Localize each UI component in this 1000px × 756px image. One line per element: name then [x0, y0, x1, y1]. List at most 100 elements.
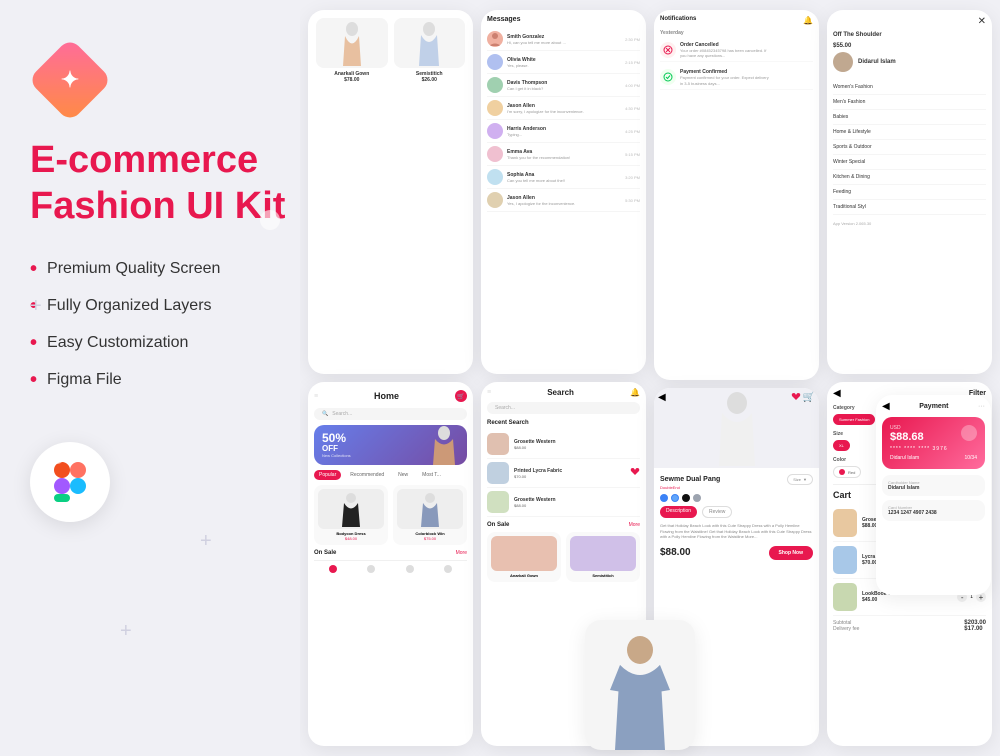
deco-plus-3: +	[120, 620, 132, 643]
recent-item-1[interactable]: Grosette Western $88.00	[487, 430, 640, 459]
cart-img-3	[833, 583, 857, 611]
recent-img-2	[487, 462, 509, 484]
card-number-field[interactable]: Card Number 1234 1247 4907 2438	[882, 500, 985, 521]
product-item-1[interactable]: Bodycon Dress $48.00	[314, 485, 388, 545]
deco-plus-2: +	[200, 530, 212, 553]
search-icon: 🔍	[322, 411, 328, 417]
off-shoulder-label: Off The Shoulder	[833, 32, 986, 38]
phone-chat: Messages Smith Gonzalez Hi, can you tell…	[481, 10, 646, 374]
color-red-opt[interactable]: Red	[833, 466, 861, 478]
home-search-bar[interactable]: 🔍 Search...	[314, 408, 467, 420]
phone-menu: ✕ Off The Shoulder $55.00 Didarul Islam …	[827, 10, 992, 374]
payment-more-icon[interactable]: ···	[978, 403, 985, 410]
sale-products: Anarkali Gown Semistitich	[487, 532, 640, 582]
cart-img-1	[833, 509, 857, 537]
avatar-2	[487, 54, 503, 70]
menu-user-avatar: Didarul Islam	[833, 52, 986, 72]
recent-item-3[interactable]: Grosette Western $88.00	[487, 488, 640, 517]
avatar-4	[487, 100, 503, 116]
cart-icon: 🛒	[455, 390, 467, 402]
back-arrow-icon[interactable]: ◀	[658, 392, 666, 403]
chat-item-2[interactable]: Olivia White Yes, please. 2:15 PM	[487, 51, 640, 74]
notif-bell-icon: 🔔	[803, 16, 813, 25]
nav-home[interactable]	[329, 565, 337, 573]
recent-img-3	[487, 491, 509, 513]
column-1: Anarkali Gown $78.00 Semistitich $26.00	[308, 10, 473, 746]
notif-order-cancelled: Order Cancelled Your order #08452345798 …	[660, 39, 813, 62]
card-brand-icon	[961, 425, 977, 441]
wishlist-heart-icon[interactable]	[791, 392, 801, 404]
cart-img-2	[833, 546, 857, 574]
notif-section-yesterday: Yesterday	[660, 30, 813, 36]
phone-payment: ◀ Payment ··· USD $88.68 **** **** **** …	[876, 395, 991, 595]
color-blue[interactable]	[660, 494, 668, 502]
on-sale-row: On Sale More	[314, 550, 467, 556]
figma-badge	[30, 442, 110, 522]
app-logo: ✦	[30, 40, 110, 120]
chat-item-5[interactable]: Harris Anderson Typing... 4:25 PM	[487, 120, 640, 143]
chat-item-3[interactable]: Davis Thompson Can I get it in black? 4:…	[487, 74, 640, 97]
features-list: Premium Quality Screen Fully Organized L…	[30, 258, 290, 392]
cardholder-field[interactable]: Cardholder Name Didarul Islam	[882, 475, 985, 496]
check-icon	[660, 69, 676, 85]
chat-item-7[interactable]: Sophia Ana Can you tell me more about th…	[487, 166, 640, 189]
home-tabs: Popular Recommended New Most T...	[314, 470, 467, 480]
deco-plus-1: +	[30, 295, 42, 318]
title-line2: Fashion UI Kit	[30, 186, 290, 228]
cart-section-title: Cart	[833, 490, 851, 500]
product-detail-image: ◀ 🛒	[654, 388, 819, 468]
cart-detail-icon[interactable]: 🛒	[803, 392, 815, 403]
svg-text:✦: ✦	[61, 67, 79, 92]
notif-payment-confirmed: Payment Confirmed Payment confirmed for …	[660, 66, 813, 89]
feature-item-4: Figma File	[30, 369, 290, 392]
chat-item-8[interactable]: Jason Allen Yes, I apologize for the inc…	[487, 189, 640, 212]
size-selector[interactable]: Size ▼	[787, 474, 813, 485]
avatar-8	[487, 192, 503, 208]
color-lightblue[interactable]	[671, 494, 679, 502]
detail-tabs: Description Review	[660, 506, 813, 518]
deco-circle-2	[50, 450, 64, 464]
left-panel: + + + ✦ E-commerce Fashion UI Kit Premiu…	[0, 0, 320, 756]
on-sale-row-search: On Sale More	[487, 522, 640, 528]
menu-icon: ≡	[487, 389, 491, 396]
close-menu-button[interactable]: ✕	[833, 16, 986, 27]
column-4: ✕ Off The Shoulder $55.00 Didarul Islam …	[827, 10, 992, 746]
chat-item-4[interactable]: Jason Allen I'm sorry, I apologize for t…	[487, 97, 640, 120]
search-input[interactable]: Search...	[487, 402, 640, 414]
feature-item-3: Easy Customization	[30, 332, 290, 355]
nav-search[interactable]	[367, 565, 375, 573]
color-selector	[660, 494, 813, 502]
product-item-2[interactable]: Colorblock Win $75.00	[393, 485, 467, 545]
phone-home: ≡ Home 🛒 🔍 Search... 50% OFF New Collect…	[308, 382, 473, 746]
person-card	[585, 620, 695, 750]
phone-top-products: Anarkali Gown $78.00 Semistitich $26.00	[308, 10, 473, 374]
chat-item-1[interactable]: Smith Gonzalez Hi, can you tell me more …	[487, 28, 640, 51]
title-line1: E-commerce	[30, 140, 290, 182]
wishlist-icon[interactable]	[630, 467, 640, 479]
user-avatar-img	[833, 52, 853, 72]
color-gray[interactable]	[693, 494, 701, 502]
phone-notifications: Notifications 🔔 Yesterday Order Cancelle…	[654, 10, 819, 380]
recent-item-2[interactable]: Printed Lycra Fabric $70.00	[487, 459, 640, 488]
nav-cart[interactable]	[406, 565, 414, 573]
nav-profile[interactable]	[444, 565, 452, 573]
filter-back-icon[interactable]: ◀	[833, 388, 841, 399]
color-black[interactable]	[682, 494, 690, 502]
sale-item-1[interactable]: Anarkali Gown	[487, 532, 561, 582]
avatar-5	[487, 123, 503, 139]
price-shop-row: $88.00 Shop Now	[660, 546, 813, 560]
home-products: Bodycon Dress $48.00 Colorblock Win $75.…	[314, 485, 467, 545]
person-illustration	[585, 620, 695, 750]
feature-item-1: Premium Quality Screen	[30, 258, 290, 281]
sale-item-2[interactable]: Semistitich	[566, 532, 640, 582]
chat-item-6[interactable]: Emma Ava Thank you for the recommendatio…	[487, 143, 640, 166]
recent-img-1	[487, 433, 509, 455]
cancel-icon	[660, 42, 676, 58]
avatar-1	[487, 31, 503, 47]
avatar-6	[487, 146, 503, 162]
avatar-3	[487, 77, 503, 93]
payment-back-icon[interactable]: ◀	[882, 401, 890, 412]
cart-total-row: Subtotal Delivery fee $203.00 $17.00	[833, 616, 986, 632]
product-detail-body: Sewme Dual Pang Size ▼ DoubleEnd Descrip…	[654, 468, 819, 566]
notif-icon: 🔔	[630, 388, 640, 397]
